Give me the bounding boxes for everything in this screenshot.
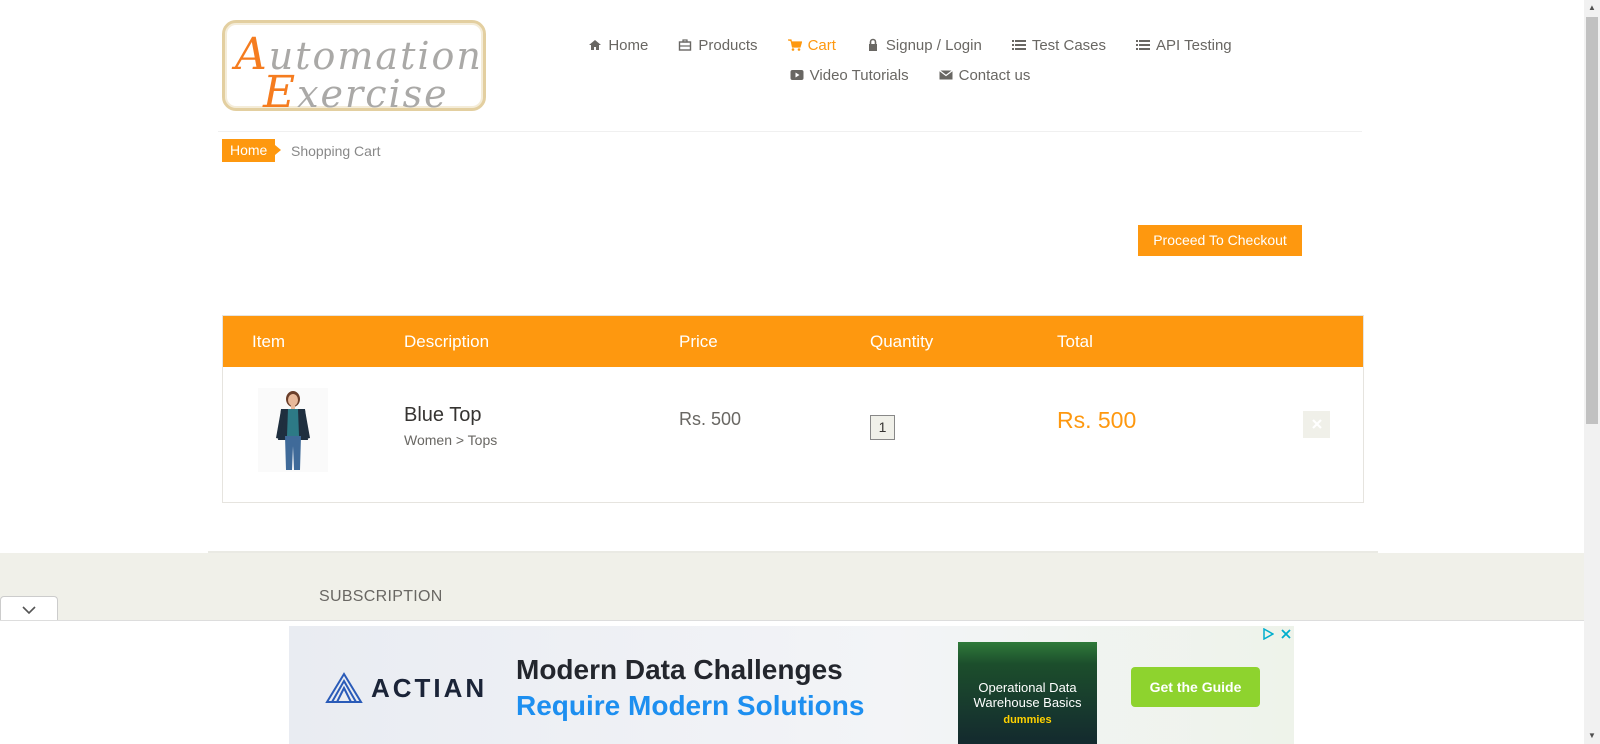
nav-cart[interactable]: Cart	[787, 36, 836, 54]
ad-brand-name: ACTIAN	[371, 672, 488, 703]
youtube-icon	[790, 70, 804, 80]
site-logo[interactable]: Automation Exercise	[222, 20, 486, 118]
product-price: Rs. 500	[679, 409, 742, 429]
close-icon	[1311, 419, 1322, 429]
home-icon	[589, 40, 602, 50]
adchoices-icon[interactable]	[1262, 627, 1275, 643]
nav-test-cases-label: Test Cases	[1031, 36, 1107, 54]
cart-icon	[787, 39, 802, 51]
nav-contact-us-label: Contact us	[958, 66, 1031, 84]
nav-products-label: Products	[698, 36, 758, 54]
actian-logo-icon	[325, 672, 363, 703]
nav-home[interactable]: Home	[588, 37, 648, 54]
ad-brand-logo: ACTIAN	[325, 672, 487, 704]
envelope-icon	[938, 70, 953, 80]
table-row: Blue Top Women > Tops Rs. 500 1 Rs. 500	[223, 367, 1363, 503]
list-icon	[1136, 40, 1151, 50]
product-image[interactable]	[258, 388, 328, 472]
nav-video-tutorials[interactable]: Video Tutorials	[790, 67, 909, 84]
subscription-heading: SUBSCRIPTION	[319, 588, 443, 605]
nav-home-label: Home	[608, 36, 649, 54]
main-nav: Home Products Cart Signup / Login Test C…	[500, 30, 1320, 90]
cart-table: Item Description Price Quantity Total Bl…	[222, 315, 1364, 503]
ad-headline-1: Modern Data Challenges	[516, 654, 843, 685]
header-total: Total	[1057, 332, 1093, 351]
nav-products[interactable]: Products	[678, 36, 758, 54]
ad-banner[interactable]: ACTIAN Modern Data Challenges Require Mo…	[289, 626, 1294, 744]
ad-book-cover: Operational Data Warehouse Basics dummies	[958, 642, 1097, 744]
lock-icon	[868, 38, 877, 51]
ad-book-title: Operational Data Warehouse Basics	[973, 680, 1082, 710]
header-price: Price	[679, 332, 718, 351]
header-quantity: Quantity	[870, 332, 934, 351]
ad-collapse-toggle[interactable]	[0, 596, 58, 621]
scroll-down-arrow[interactable]: ▼	[1584, 728, 1600, 744]
nav-signup-login-label: Signup / Login	[885, 36, 982, 54]
breadcrumb-current: Shopping Cart	[291, 143, 381, 159]
product-category: Women > Tops	[404, 432, 498, 448]
ad-controls	[1262, 627, 1292, 643]
header-item: Item	[252, 332, 286, 351]
nav-api-testing-label: API Testing	[1156, 36, 1232, 54]
page-scrollbar[interactable]: ▲ ▼	[1584, 0, 1600, 744]
quantity-button[interactable]: 1	[870, 415, 895, 440]
proceed-to-checkout-button[interactable]: Proceed To Checkout	[1138, 225, 1302, 256]
close-icon[interactable]	[1280, 628, 1292, 643]
ad-get-guide-button[interactable]: Get the Guide	[1131, 667, 1260, 707]
header-description: Description	[404, 332, 490, 351]
breadcrumb-home[interactable]: Home	[222, 139, 282, 162]
cart-table-header: Item Description Price Quantity Total	[223, 316, 1363, 367]
scroll-thumb[interactable]	[1586, 17, 1598, 424]
products-icon	[679, 39, 692, 51]
nav-contact-us[interactable]: Contact us	[938, 66, 1031, 84]
ad-book-brand: dummies	[1003, 714, 1052, 726]
scroll-up-arrow[interactable]: ▲	[1584, 0, 1600, 16]
list-icon	[1011, 40, 1026, 50]
nav-cart-label: Cart	[807, 36, 836, 54]
nav-video-tutorials-label: Video Tutorials	[809, 66, 909, 84]
nav-api-testing[interactable]: API Testing	[1136, 37, 1232, 54]
product-total: Rs. 500	[1057, 407, 1137, 433]
header-divider	[218, 131, 1362, 132]
logo-line-2: Exercise	[263, 67, 449, 118]
chevron-down-icon	[22, 606, 36, 615]
ad-headline-2: Require Modern Solutions	[516, 690, 865, 721]
nav-signup-login[interactable]: Signup / Login	[866, 37, 982, 54]
nav-test-cases[interactable]: Test Cases	[1011, 36, 1107, 54]
delete-item-button[interactable]	[1303, 411, 1330, 438]
product-name-link[interactable]: Blue Top	[404, 404, 481, 427]
